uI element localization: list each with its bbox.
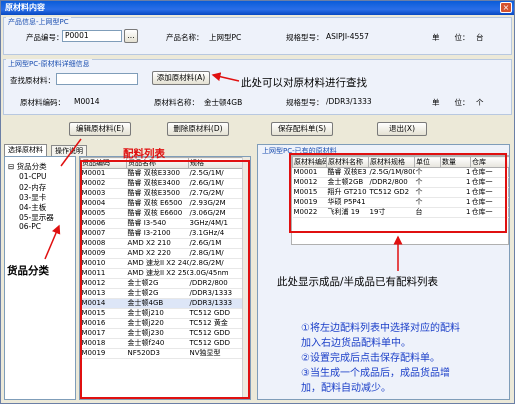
arrow-to-category (44, 224, 61, 260)
material-window: 原材料内容 × 产品信息-上网型PC 产品编号： P0001 ... 产品名称：… (0, 0, 515, 404)
arrow-to-add-button (211, 72, 240, 82)
annotation-arrows (44, 72, 403, 271)
arrow-to-tree (60, 138, 82, 167)
